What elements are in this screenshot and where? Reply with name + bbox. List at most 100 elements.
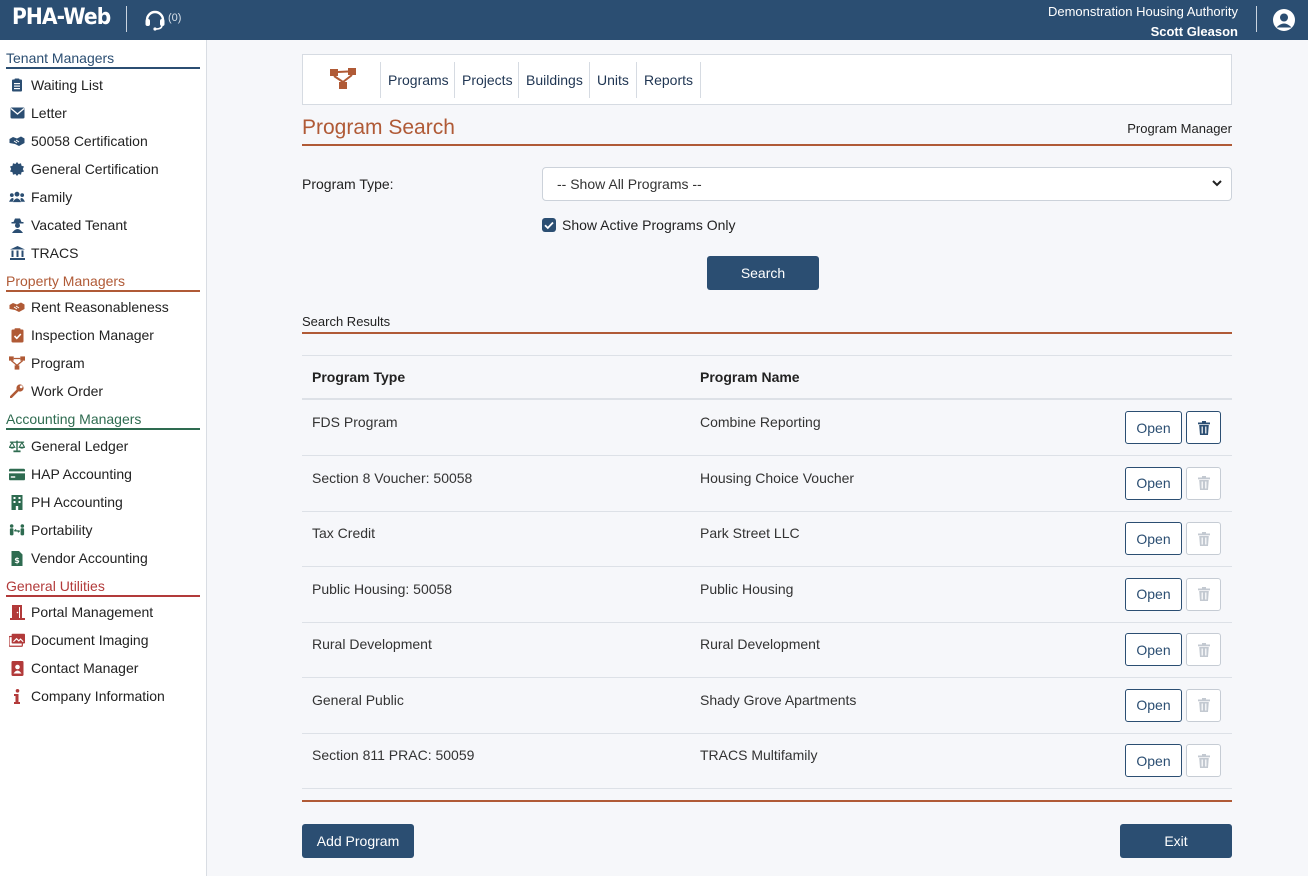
cell-program-name: Housing Choice Voucher — [700, 469, 855, 486]
trash-icon — [1197, 753, 1210, 768]
users-icon — [9, 189, 25, 205]
sidebar-item-label: Portal Management — [31, 604, 154, 620]
trash-icon — [1197, 420, 1210, 435]
page-title: Program Search — [302, 116, 455, 139]
open-button[interactable]: Open — [1125, 522, 1182, 555]
tab-buildings[interactable]: Buildings — [518, 62, 590, 98]
sidebar-item-work-order[interactable]: Work Order — [0, 378, 206, 404]
sidebar-item-50058-certification[interactable]: 50058 Certification — [0, 128, 206, 154]
section-accounting-managers: Accounting Managers — [6, 411, 200, 430]
sidebar-item-tracs[interactable]: TRACS — [0, 240, 206, 266]
title-divider — [302, 144, 1232, 146]
door-open-icon — [9, 604, 25, 620]
envelope-icon — [9, 105, 25, 121]
sidebar-item-waiting-list[interactable]: Waiting List — [0, 72, 206, 98]
sidebar-item-label: Company Information — [31, 688, 165, 704]
open-button[interactable]: Open — [1125, 577, 1182, 611]
check-icon — [544, 221, 554, 230]
column-header-program-type[interactable]: Program Type — [312, 369, 405, 385]
open-button[interactable]: Open — [1125, 744, 1182, 777]
sidebar-item-portal-management[interactable]: Portal Management — [0, 599, 206, 625]
open-button[interactable]: Open — [1125, 466, 1182, 500]
tab-programs[interactable]: Programs — [380, 62, 456, 98]
sidebar-item-label: General Certification — [31, 161, 159, 177]
table-row: Rural Development Rural Development Open — [302, 622, 1232, 678]
section-general-utilities: General Utilities — [6, 578, 200, 597]
table-row: Public Housing: 50058 Public Housing Open — [302, 567, 1232, 623]
sidebar-item-label: Contact Manager — [31, 660, 139, 676]
section-property-managers: Property Managers — [6, 273, 200, 292]
delete-button — [1186, 522, 1221, 555]
cell-program-name: Park Street LLC — [700, 525, 800, 541]
section-tenant-managers: Tenant Managers — [6, 50, 200, 69]
sidebar-item-rent-reasonableness[interactable]: Rent Reasonableness — [0, 294, 206, 320]
app-logo[interactable]: PHA-Web — [12, 5, 111, 30]
sidebar-item-contact-manager[interactable]: Contact Manager — [0, 655, 206, 681]
handshake-icon — [9, 299, 25, 315]
sidebar-item-vendor-accounting[interactable]: $ Vendor Accounting — [0, 545, 206, 571]
top-bar: PHA-Web (0) Demonstration Housing Author… — [0, 0, 1308, 40]
sidebar-item-company-information[interactable]: Company Information — [0, 683, 206, 709]
sidebar-item-ph-accounting[interactable]: PH Accounting — [0, 489, 206, 515]
column-header-program-name[interactable]: Program Name — [700, 369, 800, 385]
sidebar-item-portability[interactable]: Portability — [0, 517, 206, 543]
sidebar-item-hap-accounting[interactable]: HAP Accounting — [0, 461, 206, 487]
cell-program-name: Public Housing — [700, 580, 794, 597]
sidebar-item-family[interactable]: Family — [0, 184, 206, 210]
wrench-icon — [9, 383, 25, 399]
user-circle-icon[interactable] — [1272, 8, 1296, 32]
program-toolbar: Programs Projects Buildings Units Report… — [302, 54, 1232, 105]
program-type-label: Program Type: — [302, 176, 394, 192]
table-row: FDS Program Combine Reporting Open — [302, 400, 1232, 456]
clipboard-check-icon — [9, 327, 25, 343]
images-icon — [9, 632, 25, 648]
table-row: Section 8 Voucher: 50058 Housing Choice V… — [302, 456, 1232, 512]
cell-program-type: Public Housing: 50058 — [312, 580, 453, 597]
sidebar-item-document-imaging[interactable]: Document Imaging — [0, 627, 206, 653]
tab-reports[interactable]: Reports — [636, 62, 702, 98]
open-button[interactable]: Open — [1125, 411, 1182, 444]
delete-button[interactable] — [1186, 411, 1221, 444]
cell-program-name: Shady Grove Apartments — [700, 691, 857, 708]
clipboard-list-icon — [9, 77, 25, 93]
cell-program-type: Rural Development — [312, 636, 432, 652]
headset-icon[interactable] — [142, 7, 168, 33]
add-program-button[interactable]: Add Program — [302, 824, 414, 858]
handshake-icon — [9, 133, 25, 149]
cell-program-name: Rural Development — [700, 636, 820, 652]
program-type-select[interactable]: -- Show All Programs -- — [542, 167, 1232, 201]
open-button[interactable]: Open — [1125, 633, 1182, 666]
sidebar-item-label: TRACS — [31, 245, 79, 261]
delete-button — [1186, 744, 1221, 777]
user-secret-icon — [9, 217, 25, 233]
sidebar-item-label: Program — [31, 355, 85, 371]
sidebar-item-general-ledger[interactable]: General Ledger — [0, 433, 206, 459]
credit-card-icon — [9, 466, 25, 482]
active-only-checkbox[interactable] — [542, 218, 556, 232]
sidebar-item-label: Inspection Manager — [31, 327, 154, 343]
trash-icon — [1197, 476, 1210, 490]
page-subtitle: Program Manager — [1127, 121, 1232, 136]
sidebar-item-program[interactable]: Program — [0, 350, 206, 376]
open-button[interactable]: Open — [1125, 688, 1182, 722]
people-arrows-icon — [9, 522, 25, 538]
tab-units[interactable]: Units — [589, 62, 636, 98]
exit-button[interactable]: Exit — [1120, 824, 1232, 858]
tab-projects[interactable]: Projects — [454, 62, 520, 98]
cell-program-type: Section 811 PRAC: 50059 — [312, 747, 475, 763]
organization-name: Demonstration Housing Authority — [1047, 4, 1238, 19]
sidebar-item-inspection-manager[interactable]: Inspection Manager — [0, 322, 206, 348]
search-button[interactable]: Search — [707, 256, 819, 290]
sidebar-item-label: Vacated Tenant — [31, 217, 128, 233]
active-only-label[interactable]: Show Active Programs Only — [562, 217, 736, 233]
trash-icon — [1197, 587, 1210, 601]
trash-icon — [1197, 531, 1210, 546]
sidebar-item-general-certification[interactable]: General Certification — [0, 156, 206, 182]
cell-program-type: FDS Program — [312, 414, 398, 430]
delete-button — [1186, 633, 1221, 666]
sidebar-item-vacated-tenant[interactable]: Vacated Tenant — [0, 212, 206, 238]
cell-program-name: TRACS Multifamily — [700, 747, 818, 763]
file-invoice-dollar-icon: $ — [9, 550, 25, 566]
sidebar-item-letter[interactable]: Letter — [0, 100, 206, 126]
grid-top-border — [302, 355, 1232, 356]
